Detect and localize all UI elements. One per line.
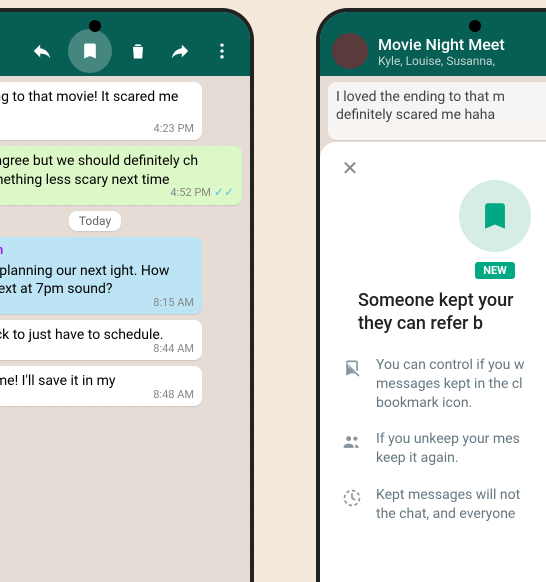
message-text: get back to just have to schedule.: [0, 327, 164, 343]
message-time: 8:48 AM: [153, 388, 194, 402]
forward-icon[interactable]: [164, 35, 196, 67]
message-time: 4:52 PM✓✓: [170, 185, 234, 201]
info-text: Kept messages will not the chat, and eve…: [376, 486, 520, 524]
info-text: You can control if you w messages kept i…: [376, 356, 524, 413]
message-text: h I agree but we should definitely ch so…: [0, 153, 198, 187]
close-icon[interactable]: ✕: [338, 156, 362, 180]
message-bubble[interactable]: h I agree but we should definitely ch so…: [0, 146, 242, 204]
message-time: 8:44 AM: [153, 342, 194, 356]
phone-left: e ending to that movie! It scared me hah…: [0, 12, 250, 582]
message-text: s start planning our next ight. How does…: [0, 263, 169, 297]
message-bubble[interactable]: e ending to that movie! It scared me hah…: [0, 82, 202, 140]
info-row: If you unkeep your mes keep it again.: [338, 430, 546, 468]
new-badge: NEW: [475, 262, 515, 279]
avatar[interactable]: [332, 33, 368, 69]
sender-name: ompson: [0, 243, 194, 260]
phone-right: Movie Night Meet Kyle, Louise, Susanna, …: [320, 12, 546, 582]
message-bubble[interactable]: get back to just have to schedule. 8:44 …: [0, 320, 202, 360]
bookmark-button[interactable]: [68, 29, 112, 73]
message-text: e ending to that movie! It scared me hah…: [0, 89, 178, 123]
message-text: definitely scared me haha: [336, 107, 495, 123]
info-row: You can control if you w messages kept i…: [338, 356, 546, 413]
message-text: ks for me! I'll save it in my: [0, 373, 115, 389]
message-time: 8:15 AM: [153, 296, 194, 310]
chat-area[interactable]: e ending to that movie! It scared me hah…: [0, 76, 250, 582]
bookmark-hero-icon: [459, 180, 531, 252]
message-text: I loved the ending to that m: [336, 89, 505, 105]
group-icon: [342, 432, 362, 452]
message-bubble: I loved the ending to that m definitely …: [328, 82, 546, 140]
timer-icon: [342, 488, 362, 508]
selection-toolbar: [0, 12, 250, 76]
bookmark-off-icon: [342, 358, 362, 378]
more-icon[interactable]: [206, 35, 238, 67]
date-separator: Today: [69, 211, 121, 231]
group-members: Kyle, Louise, Susanna,: [378, 54, 505, 68]
info-text: If you unkeep your mes keep it again.: [376, 430, 520, 468]
chat-header[interactable]: Movie Night Meet Kyle, Louise, Susanna,: [320, 12, 546, 76]
sheet-title: Someone kept yourthey can refer b: [338, 289, 546, 336]
delete-icon[interactable]: [122, 35, 154, 67]
group-info[interactable]: Movie Night Meet Kyle, Louise, Susanna,: [378, 35, 505, 68]
message-time: 4:23 PM: [154, 122, 194, 136]
info-row: Kept messages will not the chat, and eve…: [338, 486, 546, 524]
info-sheet: ✕ NEW Someone kept yourthey can refer b …: [320, 142, 546, 582]
message-bubble-selected[interactable]: ompson s start planning our next ight. H…: [0, 237, 202, 314]
read-ticks-icon: ✓✓: [214, 185, 234, 199]
camera-notch: [89, 20, 101, 32]
message-bubble[interactable]: ks for me! I'll save it in my 8:48 AM: [0, 366, 202, 406]
camera-notch: [469, 20, 481, 32]
group-name: Movie Night Meet: [378, 35, 505, 54]
reply-icon[interactable]: [26, 35, 58, 67]
